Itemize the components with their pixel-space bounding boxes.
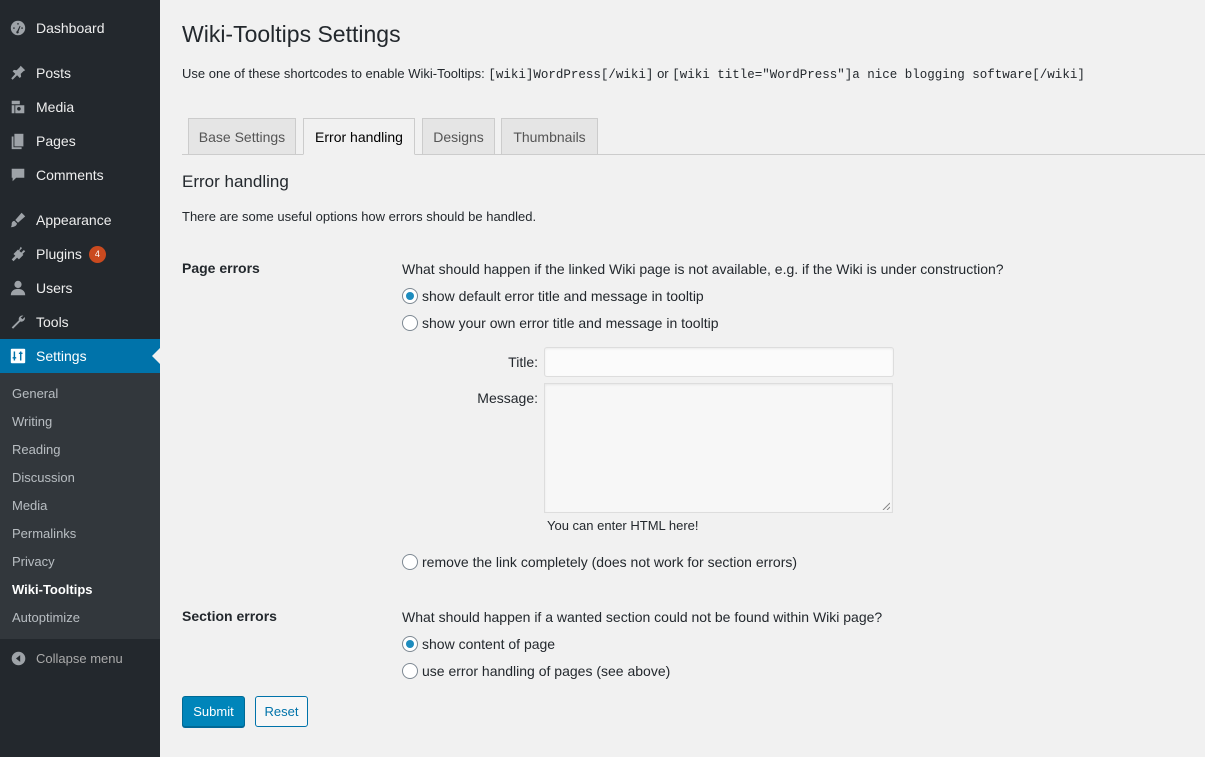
sidebar-item-label: Users [36, 280, 73, 296]
dashboard-icon [0, 19, 36, 37]
submenu-item-general[interactable]: General [12, 384, 58, 404]
section-description: There are some useful options how errors… [182, 209, 537, 224]
resize-handle-icon[interactable] [882, 502, 890, 510]
collapse-menu-label: Collapse menu [36, 650, 123, 666]
sidebar-item-posts[interactable]: Posts [0, 56, 160, 90]
collapse-menu-button[interactable]: Collapse menu [0, 645, 160, 671]
brush-icon [0, 211, 36, 229]
section-errors-question: What should happen if a wanted section c… [402, 609, 883, 625]
plugin-icon [0, 245, 36, 263]
title-field-label: Title: [508, 354, 538, 370]
sidebar-item-pages[interactable]: Pages [0, 124, 160, 158]
tab-error-handling[interactable]: Error handling [303, 118, 415, 155]
sidebar-item-label: Tools [36, 314, 69, 330]
radio-button-checked[interactable] [402, 636, 418, 652]
radio-button[interactable] [402, 663, 418, 679]
tab-base-settings[interactable]: Base Settings [188, 118, 296, 155]
sidebar-item-tools[interactable]: Tools [0, 305, 160, 339]
sidebar-item-label: Dashboard [36, 20, 105, 36]
radio-button-checked[interactable] [402, 288, 418, 304]
radio-own-error[interactable]: show your own error title and message in… [402, 315, 718, 331]
sidebar-item-label: Comments [36, 167, 104, 183]
sidebar-item-appearance[interactable]: Appearance [0, 203, 160, 237]
intro-text: Use one of these shortcodes to enable Wi… [182, 66, 485, 81]
message-field-label: Message: [477, 390, 538, 406]
sidebar-item-dashboard[interactable]: Dashboard [0, 11, 160, 45]
media-icon [0, 98, 36, 116]
shortcode-example-1: [wiki]WordPress[/wiki] [488, 68, 654, 82]
radio-label: show content of page [422, 636, 556, 652]
submit-button[interactable]: Submit [182, 696, 245, 727]
sidebar-item-label: Plugins [36, 246, 82, 262]
sidebar-item-users[interactable]: Users [0, 271, 160, 305]
settings-tabs: Base Settings Error handling Designs Thu… [182, 118, 1205, 155]
sidebar-item-plugins[interactable]: Plugins 4 [0, 237, 160, 271]
pin-icon [0, 64, 36, 82]
submenu-item-writing[interactable]: Writing [12, 412, 52, 432]
error-message-textarea[interactable] [544, 383, 893, 513]
intro-or: or [657, 66, 669, 81]
users-icon [0, 279, 36, 297]
radio-label: use error handling of pages (see above) [422, 663, 671, 679]
submenu-item-media[interactable]: Media [12, 496, 47, 516]
radio-remove-link[interactable]: remove the link completely (does not wor… [402, 554, 797, 570]
plugin-update-badge: 4 [88, 245, 106, 263]
submenu-item-privacy[interactable]: Privacy [12, 552, 55, 572]
sidebar-item-label: Media [36, 99, 75, 115]
sidebar-item-comments[interactable]: Comments [0, 158, 160, 192]
sidebar-item-label: Posts [36, 65, 72, 81]
submenu-item-wiki-tooltips[interactable]: Wiki-Tooltips [12, 580, 93, 600]
reset-button[interactable]: Reset [255, 696, 308, 727]
tab-thumbnails[interactable]: Thumbnails [501, 118, 598, 155]
page-title: Wiki-Tooltips Settings [182, 21, 401, 47]
admin-sidebar: Dashboard Posts Media Pages Comments App… [0, 0, 160, 757]
radio-button[interactable] [402, 315, 418, 331]
shortcode-intro: Use one of these shortcodes to enable Wi… [182, 66, 1085, 82]
wrench-icon [0, 313, 36, 331]
collapse-arrow-icon [0, 650, 36, 667]
sidebar-item-label: Settings [36, 348, 87, 364]
tab-designs[interactable]: Designs [422, 118, 495, 155]
html-hint: You can enter HTML here! [547, 518, 699, 533]
error-title-input[interactable] [544, 347, 894, 377]
sidebar-item-label: Appearance [36, 212, 112, 228]
page-errors-label: Page errors [182, 260, 260, 276]
radio-label: show your own error title and message in… [422, 315, 719, 331]
submenu-item-discussion[interactable]: Discussion [12, 468, 75, 488]
settings-icon [0, 347, 36, 365]
shortcode-example-2: [wiki title="WordPress"]a nice blogging … [672, 68, 1085, 82]
radio-default-error[interactable]: show default error title and message in … [402, 288, 704, 304]
radio-label: remove the link completely (does not wor… [422, 554, 798, 570]
submenu-item-permalinks[interactable]: Permalinks [12, 524, 76, 544]
sidebar-item-media[interactable]: Media [0, 90, 160, 124]
page-errors-question: What should happen if the linked Wiki pa… [402, 261, 1004, 277]
section-heading: Error handling [182, 172, 289, 191]
pages-icon [0, 132, 36, 150]
sidebar-item-label: Pages [36, 133, 76, 149]
radio-show-content[interactable]: show content of page [402, 636, 555, 652]
section-errors-label: Section errors [182, 608, 277, 624]
radio-label: show default error title and message in … [422, 288, 704, 304]
radio-button[interactable] [402, 554, 418, 570]
radio-use-page-error-handling[interactable]: use error handling of pages (see above) [402, 663, 670, 679]
submenu-item-autoptimize[interactable]: Autoptimize [12, 608, 80, 628]
comments-icon [0, 166, 36, 184]
current-menu-arrow [152, 348, 160, 364]
submenu-item-reading[interactable]: Reading [12, 440, 60, 460]
sidebar-item-settings[interactable]: Settings [0, 339, 160, 373]
